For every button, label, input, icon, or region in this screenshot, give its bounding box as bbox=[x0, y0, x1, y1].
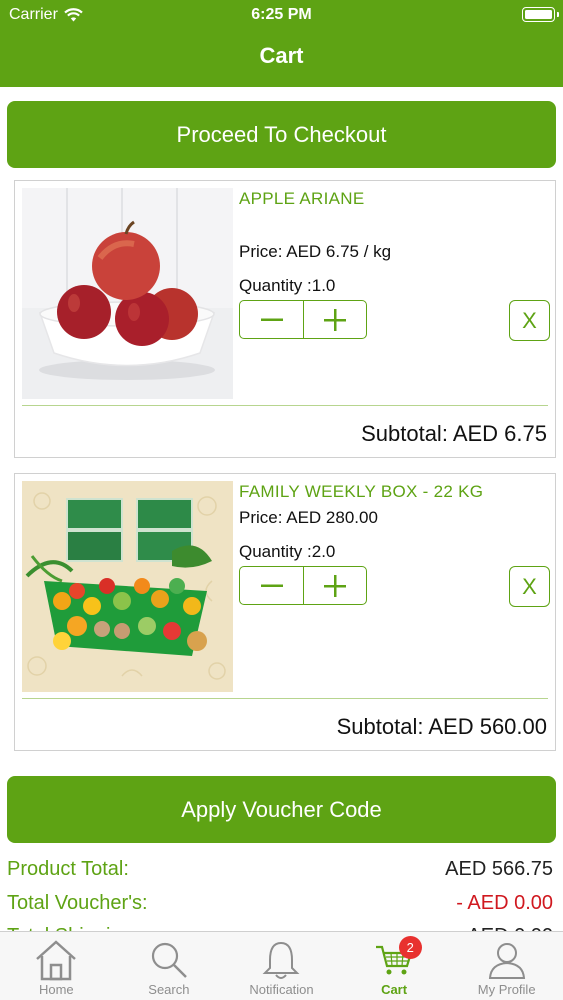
decrease-quantity-button[interactable] bbox=[240, 567, 303, 604]
page-title: Cart bbox=[259, 43, 304, 68]
status-time: 6:25 PM bbox=[251, 6, 312, 23]
product-quantity: Quantity :1.0 bbox=[239, 276, 336, 295]
battery-tip bbox=[557, 12, 559, 17]
plus-icon bbox=[324, 308, 346, 331]
voucher-total-value: - AED 0.00 bbox=[456, 892, 553, 914]
remove-item-button[interactable]: X bbox=[509, 566, 550, 607]
proceed-to-checkout-button[interactable]: Proceed To Checkout bbox=[7, 101, 556, 168]
cart-count-badge: 2 bbox=[398, 936, 422, 959]
remove-item-button[interactable]: X bbox=[509, 300, 550, 341]
minus-icon bbox=[260, 584, 283, 587]
decrease-quantity-button[interactable] bbox=[240, 301, 303, 338]
tab-label: My Profile bbox=[477, 982, 536, 997]
product-price: Price: AED 6.75 / kg bbox=[239, 242, 392, 261]
status-bar: Carrier 6:25 PM bbox=[0, 0, 563, 30]
product-name: FAMILY WEEKLY BOX - 22 KG bbox=[239, 482, 484, 501]
item-subtotal: Subtotal: AED 560.00 bbox=[336, 714, 547, 739]
apply-voucher-button[interactable]: Apply Voucher Code bbox=[7, 776, 556, 843]
tab-notification[interactable]: Notification bbox=[225, 932, 338, 1000]
profile-icon bbox=[488, 943, 525, 979]
tab-search[interactable]: Search bbox=[113, 932, 226, 1000]
bell-icon bbox=[263, 941, 300, 979]
tab-label: Notification bbox=[249, 982, 314, 997]
cart-item: FAMILY WEEKLY BOX - 22 KG Price: AED 280… bbox=[14, 473, 556, 751]
tab-my-profile[interactable]: My Profile bbox=[450, 932, 563, 1000]
product-quantity: Quantity :2.0 bbox=[239, 542, 336, 561]
search-icon bbox=[151, 942, 187, 978]
divider bbox=[22, 698, 548, 699]
product-total-value: AED 566.75 bbox=[445, 858, 553, 880]
minus-icon bbox=[260, 318, 283, 321]
increase-quantity-button[interactable] bbox=[303, 301, 366, 338]
increase-quantity-button[interactable] bbox=[303, 567, 366, 604]
product-image-apple bbox=[22, 188, 233, 399]
product-total-label: Product Total: bbox=[7, 858, 129, 880]
navigation-header: Carrier 6:25 PM Cart bbox=[0, 0, 563, 87]
divider bbox=[22, 405, 548, 406]
cart-item: APPLE ARIANE Price: AED 6.75 / kg Quanti… bbox=[14, 180, 556, 458]
home-icon bbox=[36, 940, 77, 981]
tab-label: Cart bbox=[381, 982, 408, 997]
tab-cart[interactable]: Cart 2 bbox=[338, 932, 451, 1000]
quantity-stepper bbox=[239, 566, 367, 605]
quantity-stepper bbox=[239, 300, 367, 339]
tab-label: Search bbox=[148, 982, 190, 997]
tab-bar: Home Search Notification Cart 2 My Profi… bbox=[0, 931, 563, 1000]
battery-icon bbox=[522, 7, 555, 22]
product-image-family-box bbox=[22, 481, 233, 692]
tab-label: Home bbox=[38, 982, 74, 997]
item-subtotal: Subtotal: AED 6.75 bbox=[361, 421, 547, 446]
product-name: APPLE ARIANE bbox=[239, 189, 365, 208]
voucher-total-label: Total Voucher's: bbox=[7, 892, 148, 914]
voucher-total-row: Total Voucher's: - AED 0.00 bbox=[7, 892, 553, 920]
plus-icon bbox=[324, 574, 346, 597]
tab-home[interactable]: Home bbox=[0, 932, 113, 1000]
product-total-row: Product Total: AED 566.75 bbox=[7, 858, 553, 886]
product-price: Price: AED 280.00 bbox=[239, 508, 378, 527]
